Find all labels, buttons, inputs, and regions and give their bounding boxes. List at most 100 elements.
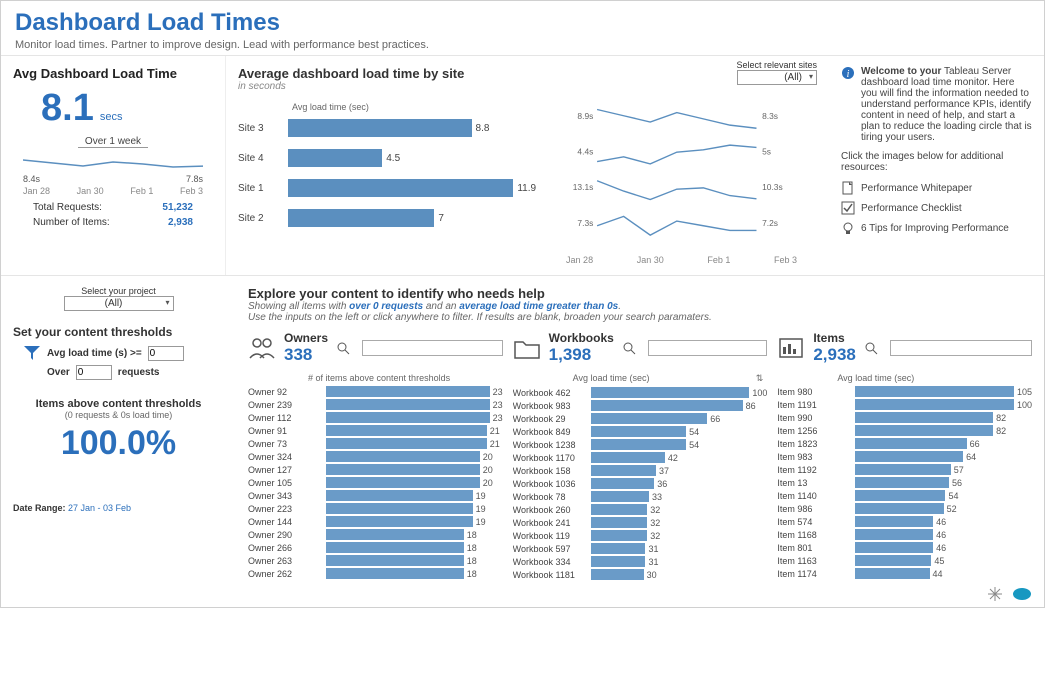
spark-xaxis: Jan 28Jan 30Feb 1Feb 3 xyxy=(23,186,203,196)
bar-row[interactable]: Owner 7321 xyxy=(248,437,503,450)
svg-text:8.9s: 8.9s xyxy=(577,111,593,121)
bar-row[interactable]: Item 119257 xyxy=(777,463,1032,476)
bar-row[interactable]: Item 1356 xyxy=(777,476,1032,489)
over-requests-input[interactable] xyxy=(76,365,112,380)
bar-row[interactable]: Workbook 24132 xyxy=(513,516,768,529)
bar-row[interactable]: Workbook 118130 xyxy=(513,568,768,581)
bar-row[interactable]: Owner 26618 xyxy=(248,541,503,554)
link-tips[interactable]: 6 Tips for Improving Performance xyxy=(841,221,1032,235)
site-line-chart[interactable]: 8.9s8.3s4.4s5s13.1s10.3s7.3s7.2s Jan 28J… xyxy=(546,102,817,265)
bar-row[interactable]: Item 117444 xyxy=(777,567,1032,580)
avg-sparkline xyxy=(23,152,203,172)
bar-row[interactable]: Workbook 59731 xyxy=(513,542,768,555)
date-range-value: 27 Jan - 03 Feb xyxy=(68,503,131,513)
avg-load-value: 8.1 xyxy=(41,87,94,130)
site-bar-axis-title: Avg load time (sec) xyxy=(292,102,536,112)
page-title: Dashboard Load Times xyxy=(15,9,1030,37)
items-above-pct: 100.0% xyxy=(13,424,224,463)
bar-row[interactable]: Item 182366 xyxy=(777,437,1032,450)
workbooks-count: 1,398 xyxy=(549,345,614,365)
items-column: Items2,938 Avg load time (sec) Item 9801… xyxy=(777,331,1032,581)
bar-row[interactable]: Item 980105 xyxy=(777,385,1032,398)
bar-row[interactable]: Item 98652 xyxy=(777,502,1032,515)
link-whitepaper[interactable]: Performance Whitepaper xyxy=(841,181,1032,195)
bar-row[interactable]: Item 114054 xyxy=(777,489,1032,502)
owners-count: 338 xyxy=(284,345,328,365)
bar-row[interactable]: Workbook 123854 xyxy=(513,438,768,451)
bar-row[interactable]: Workbook 15837 xyxy=(513,464,768,477)
page-subtitle: Monitor load times. Partner to improve d… xyxy=(15,39,1030,51)
thresholds-title: Set your content thresholds xyxy=(13,325,224,339)
bar-row[interactable]: Owner 23923 xyxy=(248,398,503,411)
project-filter-label: Select your project xyxy=(13,286,224,296)
workbooks-bar-chart[interactable]: Workbook 462100Workbook 98386Workbook 29… xyxy=(513,386,768,581)
items-above-sub: (0 requests & 0s load time) xyxy=(13,410,224,420)
bar-row[interactable]: Item 80146 xyxy=(777,541,1032,554)
bar-row[interactable]: Item 116345 xyxy=(777,554,1032,567)
workbooks-column: Workbooks1,398 Avg load time (sec)⇅ Work… xyxy=(513,331,768,581)
bar-row[interactable]: Workbook 103636 xyxy=(513,477,768,490)
sites-filter-dropdown[interactable]: (All) xyxy=(737,70,817,85)
bar-row[interactable]: Owner 9121 xyxy=(248,424,503,437)
avg-load-card: Avg Dashboard Load Time 8.1secs Over 1 w… xyxy=(1,56,226,275)
bar-row[interactable]: Owner 32420 xyxy=(248,450,503,463)
bar-row[interactable]: Item 98364 xyxy=(777,450,1032,463)
bar-row[interactable]: Workbook 84954 xyxy=(513,425,768,438)
bar-row[interactable]: Owner 22319 xyxy=(248,502,503,515)
lightbulb-icon xyxy=(841,221,855,235)
bar-row[interactable]: Item 99082 xyxy=(777,411,1032,424)
bar-row[interactable]: Workbook 117042 xyxy=(513,451,768,464)
num-items-label: Number of Items: xyxy=(33,217,110,228)
by-site-sub: in seconds xyxy=(238,81,817,92)
bar-row[interactable]: Item 125682 xyxy=(777,424,1032,437)
workbooks-list-header: Avg load time (sec) xyxy=(573,373,650,384)
bar-row[interactable]: Owner 11223 xyxy=(248,411,503,424)
site-bar-row[interactable]: Site 44.5 xyxy=(238,146,536,170)
owners-bar-chart[interactable]: Owner 9223Owner 23923Owner 11223Owner 91… xyxy=(248,385,503,580)
svg-text:5s: 5s xyxy=(762,147,771,157)
svg-text:13.1s: 13.1s xyxy=(573,182,594,192)
svg-text:i: i xyxy=(847,69,850,80)
bar-row[interactable]: Owner 10520 xyxy=(248,476,503,489)
bar-row[interactable]: Item 116846 xyxy=(777,528,1032,541)
bar-row[interactable]: Workbook 462100 xyxy=(513,386,768,399)
info-click-label: Click the images below for additional re… xyxy=(841,151,1032,173)
owners-search-input[interactable] xyxy=(362,340,503,356)
items-count: 2,938 xyxy=(813,345,856,365)
bar-row[interactable]: Owner 29018 xyxy=(248,528,503,541)
bar-row[interactable]: Workbook 98386 xyxy=(513,399,768,412)
site-bar-row[interactable]: Site 111.9 xyxy=(238,176,536,200)
info-panel: i Welcome to your Tableau Server dashboa… xyxy=(829,56,1044,275)
bar-row[interactable]: Item 1191100 xyxy=(777,398,1032,411)
bar-row[interactable]: Owner 9223 xyxy=(248,385,503,398)
bar-row[interactable]: Owner 26318 xyxy=(248,554,503,567)
site-bar-chart[interactable]: Avg load time (sec) Site 38.8 Site 44.5 Si… xyxy=(238,102,536,265)
explore-title: Explore your content to identify who nee… xyxy=(248,286,1032,301)
bar-row[interactable]: Workbook 26032 xyxy=(513,503,768,516)
site-bar-row[interactable]: Site 38.8 xyxy=(238,116,536,140)
bar-row[interactable]: Workbook 33431 xyxy=(513,555,768,568)
spark-label: Over 1 week xyxy=(78,136,148,148)
over-label1: Over xyxy=(47,367,70,378)
project-filter-dropdown[interactable]: (All) xyxy=(64,296,174,311)
link-checklist[interactable]: Performance Checklist xyxy=(841,201,1032,215)
site-bar-row[interactable]: Site 27 xyxy=(238,206,536,230)
workbooks-search-input[interactable] xyxy=(648,340,768,356)
bar-row[interactable]: Owner 26218 xyxy=(248,567,503,580)
bar-row[interactable]: Owner 34319 xyxy=(248,489,503,502)
bar-row[interactable]: Owner 14419 xyxy=(248,515,503,528)
items-search-input[interactable] xyxy=(890,340,1032,356)
bar-row[interactable]: Workbook 2966 xyxy=(513,412,768,425)
bar-row[interactable]: Workbook 7833 xyxy=(513,490,768,503)
bar-row[interactable]: Owner 12720 xyxy=(248,463,503,476)
folder-icon xyxy=(513,336,541,360)
threshold-panel: Select your project (All) Set your conte… xyxy=(1,276,236,581)
avg-threshold-input[interactable] xyxy=(148,346,184,361)
items-bar-chart[interactable]: Item 980105Item 1191100Item 99082Item 12… xyxy=(777,385,1032,580)
sort-icon[interactable]: ⇅ xyxy=(756,373,764,384)
checklist-icon xyxy=(841,201,855,215)
bar-row[interactable]: Item 57446 xyxy=(777,515,1032,528)
bar-row[interactable]: Workbook 11932 xyxy=(513,529,768,542)
svg-text:10.3s: 10.3s xyxy=(762,182,783,192)
by-site-title: Average dashboard load time by site xyxy=(238,66,817,81)
